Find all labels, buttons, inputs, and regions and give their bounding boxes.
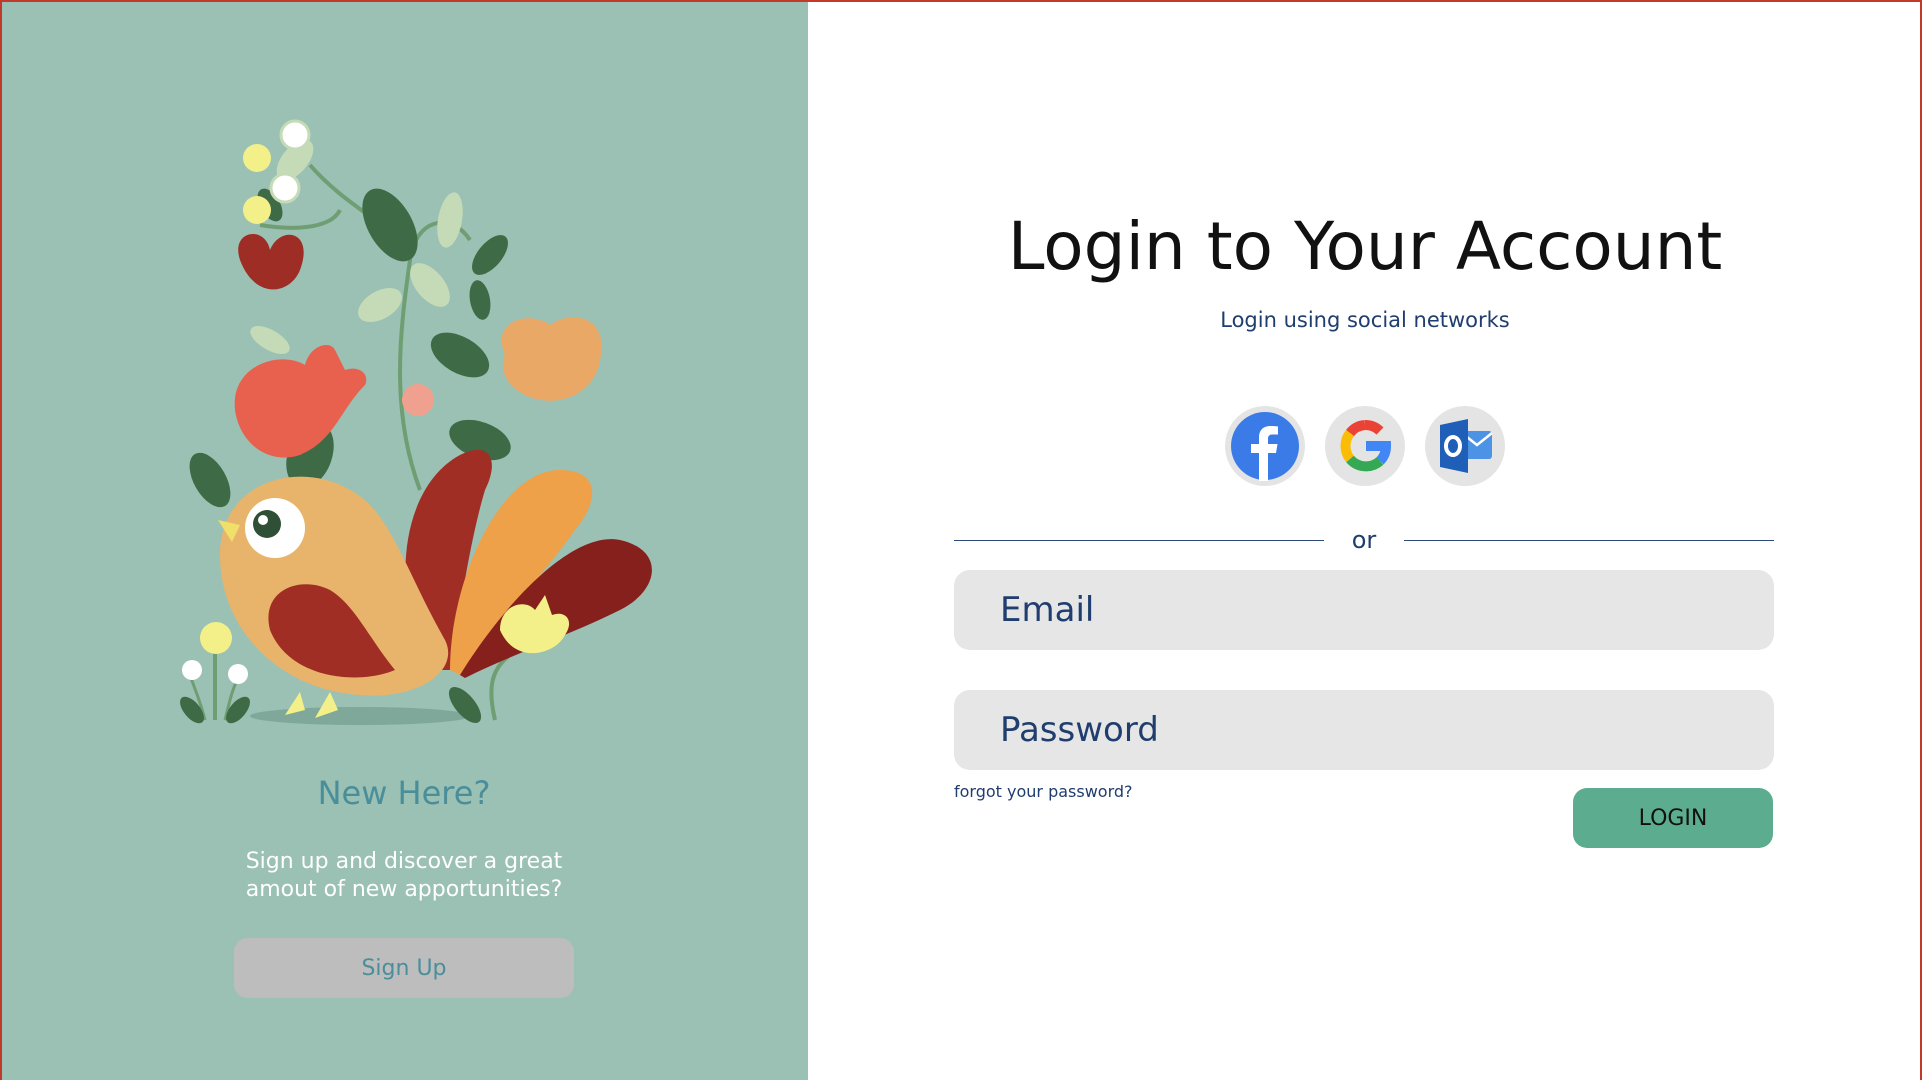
forgot-password-link[interactable]: forgot your password? [954,782,1133,801]
facebook-login-button[interactable] [1225,406,1305,486]
signup-description-line2: amout of new apportunities? [245,877,563,902]
password-field[interactable] [954,690,1774,770]
new-here-heading: New Here? [317,774,491,812]
signup-description: Sign up and discover a great amout of ne… [0,848,808,904]
facebook-icon [1231,412,1299,481]
login-button[interactable]: LOGIN [1573,788,1773,848]
outlook-login-button[interactable] [1425,406,1505,486]
signup-description-line1: Sign up and discover a great [245,849,563,874]
google-icon [1340,420,1391,472]
google-login-button[interactable] [1325,406,1405,486]
social-login-subtitle: Login using social networks [1220,308,1510,332]
page-title: Login to Your Account [1007,208,1723,285]
or-divider: or [954,526,1774,556]
divider-line-right [1404,540,1774,541]
email-field[interactable] [954,570,1774,650]
social-login-row [808,406,1922,486]
outlook-icon [1440,419,1493,473]
login-panel: Login to Your Account Login using social… [808,0,1922,1080]
sign-up-button[interactable]: Sign Up [234,938,574,998]
bird-flowers-illustration [180,119,652,725]
signup-panel: New Here? Sign up and discover a great a… [0,0,808,1080]
